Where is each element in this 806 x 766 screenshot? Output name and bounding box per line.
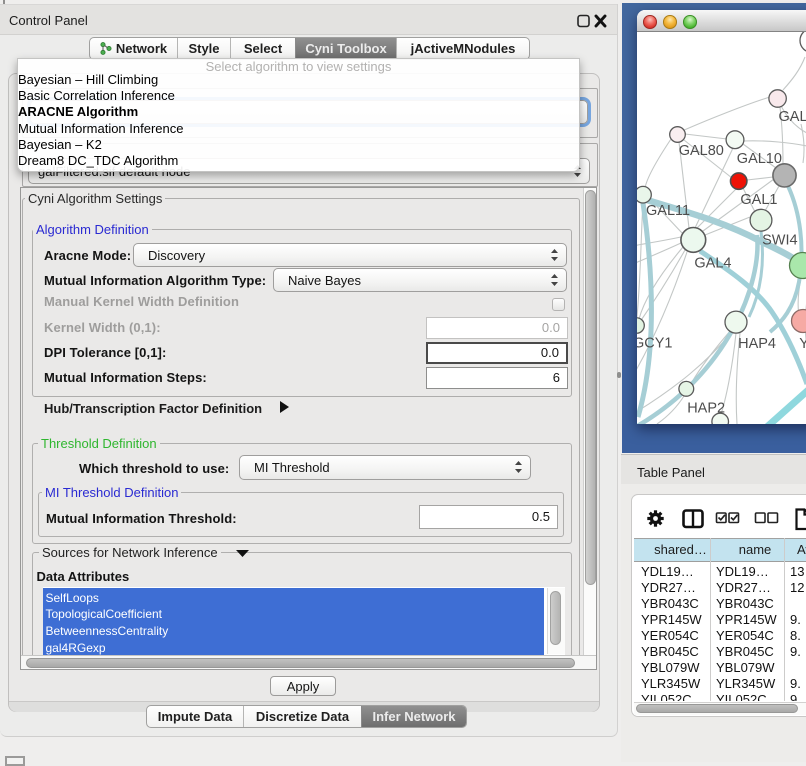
svg-text:GAL10: GAL10 [737,151,782,167]
svg-text:GCY1: GCY1 [637,335,673,351]
svg-text:SWI4: SWI4 [762,232,797,248]
svg-text:GAL2: GAL2 [779,109,806,125]
svg-text:GAL11: GAL11 [646,203,690,219]
svg-text:HAP4: HAP4 [738,335,776,351]
svg-text:GAL4: GAL4 [694,255,731,271]
svg-text:GAL80: GAL80 [679,143,724,159]
svg-text:GAL1: GAL1 [740,191,777,207]
svg-text:YEL0: YEL0 [799,335,806,351]
svg-text:HAP2: HAP2 [687,400,725,416]
